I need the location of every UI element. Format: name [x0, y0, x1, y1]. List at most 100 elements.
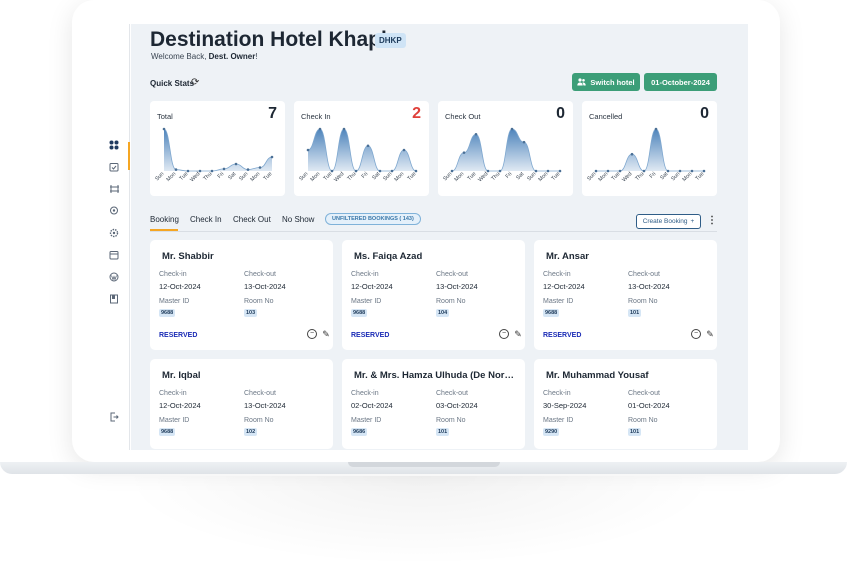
chart-tick-label: Mon — [166, 171, 178, 183]
chart-tick-label: Sun — [238, 171, 249, 182]
create-booking-button[interactable]: Create Booking + — [636, 214, 701, 229]
room-no-chip: 103 — [244, 309, 258, 317]
booking-card[interactable]: Mr. Iqbal Check-in Check-out 12-Oct-2024 13-… — [150, 359, 333, 449]
check-in-date: 02-Oct-2024 — [351, 401, 393, 410]
check-out-label: Check-out — [628, 390, 660, 397]
chart-point — [450, 169, 454, 173]
check-in-label: Check-in — [159, 271, 187, 278]
chart-tick-label: Thu — [634, 171, 645, 182]
chart-tick-label: Sun — [154, 171, 165, 182]
tab-booking[interactable]: Booking — [150, 215, 179, 224]
chart-point — [162, 127, 166, 131]
check-out-label: Check-out — [244, 390, 276, 397]
stat-value: 7 — [268, 105, 277, 122]
master-id-label: Master ID — [543, 298, 574, 305]
check-in-date: 12-Oct-2024 — [159, 282, 201, 291]
chart-point — [306, 148, 310, 152]
cancel-icon[interactable]: − — [499, 329, 509, 339]
date-picker-button[interactable]: 01-October-2024 — [644, 73, 717, 91]
booking-card[interactable]: Mr. & Mrs. Hamza Ulhuda (De North... Chec… — [342, 359, 525, 449]
chart-tick-label: Fri — [217, 171, 226, 180]
refresh-icon[interactable]: ⟳ — [191, 77, 199, 88]
chart-line — [163, 128, 273, 172]
check-out-label: Check-out — [436, 390, 468, 397]
chart-tick-label: Wed — [621, 171, 633, 183]
master-id-label: Master ID — [159, 417, 190, 424]
chart-tick-label: Tue — [695, 171, 706, 182]
chart-tick-label: Mon — [682, 171, 694, 183]
stat-value: 0 — [556, 105, 565, 122]
tab-divider — [150, 231, 717, 232]
chart-tick-label: Sat — [227, 171, 237, 181]
switch-hotel-button[interactable]: Switch hotel — [572, 73, 640, 91]
edit-icon[interactable]: ✎ — [513, 329, 523, 339]
chart-tick-label: Sun — [670, 171, 681, 182]
chart-tick-label: Sun — [442, 171, 453, 182]
grid-icon[interactable] — [108, 140, 120, 152]
chart-point — [402, 148, 406, 152]
edit-icon[interactable]: ✎ — [321, 329, 331, 339]
calendar-icon[interactable] — [108, 250, 120, 262]
stat-chart: Sun Mon Tue Wed Thu Fri Sat Sun Mon Tue — [154, 127, 273, 183]
check-out-date: 13-Oct-2024 — [436, 282, 478, 291]
guest-name: Ms. Faiqa Azad — [354, 251, 423, 262]
device-notch — [348, 462, 500, 467]
chart-tick-label: Wed — [333, 171, 345, 183]
more-options-icon[interactable]: ⋮ — [707, 215, 717, 226]
stat-card-check-out: Check Out 0 Sun Mon Tue Wed Thu Fri Sat Sun Mon T… — [438, 101, 573, 196]
chart-point — [210, 169, 214, 173]
edit-icon[interactable]: ✎ — [705, 329, 715, 339]
chart-point — [378, 169, 382, 173]
chart-tick-label: Sat — [659, 171, 669, 181]
booking-card[interactable]: Mr. Shabbir Check-in Check-out 12-Oct-2024 1… — [150, 240, 333, 350]
chart-point — [666, 169, 670, 173]
chart-point — [174, 168, 178, 171]
tab-check-out[interactable]: Check Out — [233, 215, 271, 224]
cancel-icon[interactable]: − — [307, 329, 317, 339]
logout-icon[interactable] — [108, 412, 120, 424]
switch-hotel-label: Switch hotel — [590, 77, 635, 87]
stat-label: Cancelled — [589, 112, 623, 121]
check-out-label: Check-out — [436, 271, 468, 278]
chart-point — [702, 169, 706, 173]
cancel-icon[interactable]: − — [691, 329, 701, 339]
chart-point — [486, 169, 490, 173]
chart-point — [318, 127, 322, 131]
settings-icon[interactable] — [108, 228, 120, 240]
unfiltered-bookings-badge[interactable]: UNFILTERED BOOKINGS ( 143) — [325, 213, 421, 225]
chart-point — [342, 127, 346, 131]
master-id-label: Master ID — [543, 417, 574, 424]
chart-point — [390, 169, 394, 173]
chart-tick-label: Sat — [515, 171, 525, 181]
chart-point — [618, 169, 622, 173]
chart-point — [330, 169, 334, 173]
stat-label: Total — [157, 112, 173, 121]
room-no-label: Room No — [628, 417, 658, 424]
tab-no-show[interactable]: No Show — [282, 215, 314, 224]
plus-icon: + — [690, 218, 695, 225]
wordpress-icon[interactable] — [108, 272, 120, 284]
stat-card-check-in: Check In 2 Sun Mon Tue Wed Thu Fri Sat Sun Mon Tu… — [294, 101, 429, 196]
chart-tick-label: Tue — [407, 171, 418, 182]
room-no-chip: 104 — [436, 309, 450, 317]
transfer-icon[interactable] — [108, 184, 120, 196]
chart-point — [606, 169, 610, 173]
chart-point — [366, 144, 370, 148]
booking-card[interactable]: Mr. Ansar Check-in Check-out 12-Oct-2024 13-… — [534, 240, 717, 350]
room-no-chip: 101 — [628, 428, 642, 436]
sidebar-active-indicator — [128, 142, 130, 170]
tab-check-in[interactable]: Check In — [190, 215, 222, 224]
stat-card-cancelled: Cancelled 0 Sun Mon Tue Wed Thu Fri Sat Sun Mon T… — [582, 101, 717, 196]
chart-tick-label: Tue — [179, 171, 190, 182]
chart-point — [186, 169, 190, 173]
chart-tick-label: Wed — [189, 171, 201, 183]
booking-card[interactable]: Mr. Muhammad Yousaf Check-in Check-out 30-S… — [534, 359, 717, 449]
calendar-check-icon[interactable] — [108, 162, 120, 174]
chart-point — [414, 169, 418, 173]
badge-icon[interactable] — [108, 206, 120, 218]
booking-card[interactable]: Ms. Faiqa Azad Check-in Check-out 12-Oct-20… — [342, 240, 525, 350]
room-no-chip: 102 — [244, 428, 258, 436]
check-out-label: Check-out — [628, 271, 660, 278]
book-icon[interactable] — [108, 294, 120, 306]
master-id-chip: 9290 — [543, 428, 560, 436]
